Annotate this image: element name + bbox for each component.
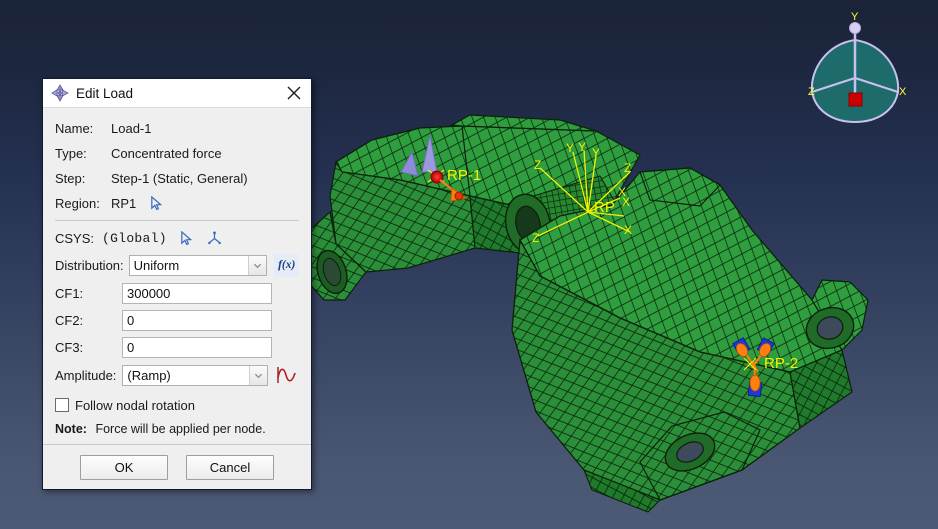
cf2-value: 0 <box>127 312 135 328</box>
field-row-region: Region: RP1 <box>55 191 299 215</box>
field-row-distribution: Distribution: Uniform f(x) <box>55 251 299 279</box>
field-row-type: Type: Concentrated force <box>55 141 299 165</box>
dialog-body: Name: Load-1 Type: Concentrated force St… <box>43 108 311 436</box>
amplitude-value: (Ramp) <box>127 367 171 383</box>
name-label: Name: <box>55 120 94 136</box>
triad-y-label: Y <box>851 11 859 23</box>
field-row-step: Step: Step-1 (Static, General) <box>55 166 299 190</box>
step-label: Step: <box>55 170 86 186</box>
cf1-value: 300000 <box>127 285 171 301</box>
edit-load-dialog[interactable]: Edit Load Name: Load-1 Type: Concentrate… <box>42 78 312 490</box>
cf2-input[interactable]: 0 <box>122 309 272 331</box>
csys-label: CSYS: <box>55 230 95 246</box>
chevron-down-icon[interactable] <box>249 365 267 385</box>
distribution-value: Uniform <box>133 257 180 273</box>
close-icon[interactable] <box>283 82 305 104</box>
name-value: Load-1 <box>111 120 152 136</box>
cf1-input[interactable]: 300000 <box>122 282 272 304</box>
note-row: Note: Force will be applied per node. <box>55 422 299 436</box>
field-row-cf3: CF3: 0 <box>55 334 299 360</box>
load-arrows-icon <box>51 84 69 102</box>
svg-text:Z: Z <box>532 231 539 245</box>
type-value: Concentrated force <box>111 145 222 161</box>
amplitude-select[interactable]: (Ramp) <box>122 364 268 386</box>
mesh-part-main-body <box>511 167 869 513</box>
follow-nodal-rotation-label: Follow nodal rotation <box>75 397 195 413</box>
csys-pick-cursor-icon[interactable] <box>177 228 197 248</box>
rp2-label: RP-2 <box>764 355 798 372</box>
cancel-button[interactable]: Cancel <box>186 454 274 480</box>
fx-button[interactable]: f(x) <box>274 253 299 277</box>
region-label: Region: <box>55 195 100 211</box>
svg-text:X: X <box>624 223 632 237</box>
chevron-down-icon[interactable] <box>248 255 267 275</box>
cf3-input[interactable]: 0 <box>122 336 272 358</box>
field-row-cf1: CF1: 300000 <box>55 280 299 306</box>
dialog-titlebar[interactable]: Edit Load <box>43 79 311 108</box>
cf2-label: CF2: <box>55 312 84 328</box>
distribution-select[interactable]: Uniform <box>128 254 268 276</box>
svg-text:Z: Z <box>534 158 541 172</box>
field-row-csys: CSYS: (Global) <box>55 226 299 250</box>
note-prefix: Note: <box>55 422 87 436</box>
abaqus-viewport-window: RP-1 Y Y Y Z Z Z X X X RP RP-2 Y Z X Edi… <box>0 0 938 529</box>
note-text: Force will be applied per node. <box>95 422 266 436</box>
distribution-label: Distribution: <box>55 257 124 273</box>
dialog-title: Edit Load <box>76 85 134 101</box>
cf3-value: 0 <box>127 339 135 355</box>
axes-triad-icon[interactable] <box>205 228 225 248</box>
region-value: RP1 <box>111 195 137 211</box>
type-label: Type: <box>55 145 87 161</box>
cf3-label: CF3: <box>55 339 84 355</box>
svg-text:Z: Z <box>624 161 631 175</box>
triad-x-label: X <box>899 86 907 98</box>
cf1-label: CF1: <box>55 285 84 301</box>
svg-text:Y: Y <box>578 140 586 154</box>
svg-text:Y: Y <box>592 146 600 160</box>
svg-text:X: X <box>618 185 626 199</box>
ok-button[interactable]: OK <box>80 454 168 480</box>
dialog-button-bar: OK Cancel <box>43 444 311 489</box>
field-row-amplitude: Amplitude: (Ramp) <box>55 361 299 389</box>
follow-nodal-rotation-checkbox[interactable] <box>55 398 69 412</box>
region-pick-cursor-icon[interactable] <box>146 193 166 213</box>
amplitude-wave-icon[interactable] <box>275 364 299 386</box>
navigation-triad[interactable]: Y Z X <box>808 11 907 124</box>
follow-nodal-rotation-row[interactable]: Follow nodal rotation <box>55 394 299 416</box>
csys-value: (Global) <box>102 230 167 246</box>
rp1-label: RP-1 <box>447 167 481 184</box>
field-row-cf2: CF2: 0 <box>55 307 299 333</box>
rp-label: RP <box>594 199 615 216</box>
divider-region <box>55 220 299 221</box>
svg-text:Y: Y <box>566 141 574 155</box>
amplitude-label: Amplitude: <box>55 367 117 383</box>
triad-z-label: Z <box>808 86 815 98</box>
field-row-name: Name: Load-1 <box>55 116 299 140</box>
step-value: Step-1 (Static, General) <box>111 170 248 186</box>
